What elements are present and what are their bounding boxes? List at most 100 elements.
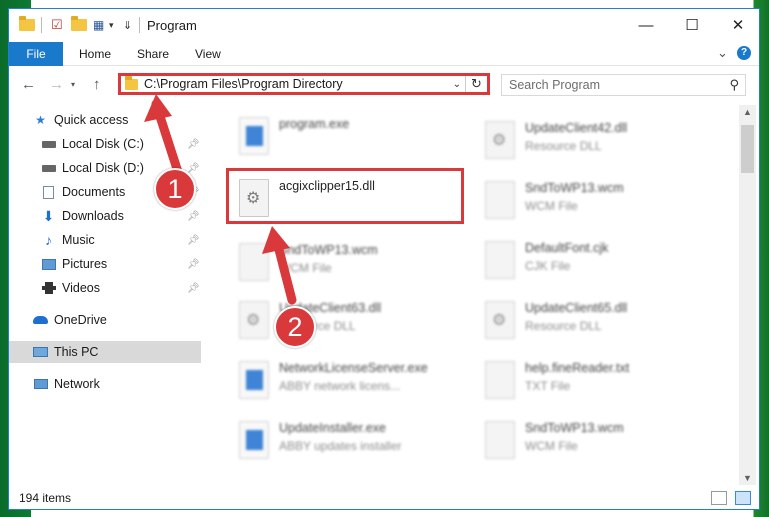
properties-icon[interactable]: ☑ <box>51 17 63 33</box>
search-input[interactable]: Search Program ⚲ <box>501 74 746 96</box>
pictures-icon <box>41 257 56 271</box>
file-name: NetworkLicenseServer.exe <box>279 361 428 375</box>
pin-icon[interactable]: 📌︎ <box>187 235 200 246</box>
sidebar-item-network[interactable]: Network <box>9 373 201 395</box>
pin-icon[interactable]: 📌︎ <box>187 259 200 270</box>
large-icons-view-icon[interactable] <box>735 491 751 505</box>
address-bar[interactable]: C:\Program Files\Program Directory ⌄ ↻ <box>118 73 490 95</box>
search-placeholder: Search Program <box>509 78 601 92</box>
file-name: SndToWP13.wcm <box>525 181 624 195</box>
music-icon: ♪ <box>45 232 52 248</box>
quick-access-dropdown-icon[interactable]: ▾ <box>109 17 114 33</box>
sidebar-item-label: Documents <box>62 185 126 199</box>
customize-icon[interactable]: ▦ <box>93 17 104 33</box>
file-icon <box>485 181 515 219</box>
tab-share[interactable]: Share <box>137 47 169 61</box>
sidebar-item-onedrive[interactable]: OneDrive <box>9 309 201 331</box>
pin-icon[interactable]: 📌︎ <box>187 139 200 150</box>
sidebar-item-label: Downloads <box>62 209 124 223</box>
title-bar: ☑ ▦ ▾ ⇓ Program — ☐ ✕ <box>9 9 759 41</box>
address-path[interactable]: C:\Program Files\Program Directory <box>144 77 449 91</box>
sidebar-item-label: Music <box>62 233 95 247</box>
file-item-program-exe[interactable]: program.exe <box>233 115 463 165</box>
file-item-defaultfont-cjk[interactable]: DefaultFont.cjk CJK File <box>479 239 709 289</box>
sidebar-item-quick-access[interactable]: ★ Quick access <box>9 109 201 131</box>
network-icon <box>33 377 48 391</box>
sidebar-item-label: Pictures <box>62 257 108 271</box>
file-name: SndToWP13.wcm <box>525 421 624 435</box>
maximize-button[interactable]: ☐ <box>669 9 715 41</box>
folder-icon <box>19 16 35 33</box>
scroll-up-icon[interactable]: ▲ <box>743 107 752 117</box>
file-icon <box>485 421 515 459</box>
scrollbar-thumb[interactable] <box>741 125 754 173</box>
file-item-updateclient65-dll[interactable]: UpdateClient65.dll Resource DLL <box>479 299 709 349</box>
computer-icon <box>33 345 48 359</box>
file-name: DefaultFont.cjk <box>525 241 609 255</box>
file-item-sndtowp13-wcm[interactable]: SndToWP13.wcm WCM File <box>233 241 463 291</box>
divider <box>139 17 140 33</box>
file-item-help-finereader-txt[interactable]: help.fineReader.txt TXT File <box>479 359 709 409</box>
vertical-scrollbar[interactable]: ▲ ▼ <box>739 105 756 485</box>
forward-arrow-icon[interactable]: → <box>49 76 64 93</box>
file-type: WCM File <box>525 439 578 453</box>
download-icon: ⬇ <box>42 207 55 224</box>
file-item-sndtowp13-wcm[interactable]: SndToWP13.wcm WCM File <box>479 419 709 469</box>
file-item-networklicenseserver-exe[interactable]: NetworkLicenseServer.exe ABBY network li… <box>233 359 463 409</box>
quick-access-toolbar-icon[interactable]: ⇓ <box>123 17 132 33</box>
file-type: ABBY updates installer <box>279 439 402 453</box>
file-type: WCM File <box>279 261 332 275</box>
pin-icon[interactable]: 📌︎ <box>187 283 200 294</box>
address-row: ← → ▾ ↑ C:\Program Files\Program Directo… <box>9 71 759 99</box>
documents-icon <box>41 185 56 199</box>
file-item-updateclient42-dll[interactable]: UpdateClient42.dll Resource DLL <box>479 119 709 169</box>
dll-file-icon <box>485 301 515 339</box>
back-arrow-icon[interactable]: ← <box>21 76 36 93</box>
file-type: Resource DLL <box>525 319 602 333</box>
sidebar-item-this-pc[interactable]: This PC <box>9 341 201 363</box>
sidebar-item-music[interactable]: ♪ Music 📌︎ <box>9 229 201 251</box>
file-name: SndToWP13.wcm <box>279 243 378 257</box>
expand-ribbon-icon[interactable]: ⌄ <box>717 45 728 61</box>
file-item-updateclient63-dll[interactable]: UpdateClient63.dll Resource DLL <box>233 299 463 349</box>
sidebar-item-label: This PC <box>54 345 99 359</box>
sidebar-item-videos[interactable]: Videos 📌︎ <box>9 277 201 299</box>
help-icon[interactable]: ? <box>737 46 751 60</box>
file-item-sndtowp13-wcm[interactable]: SndToWP13.wcm WCM File <box>479 179 709 229</box>
scroll-down-icon[interactable]: ▼ <box>743 473 752 483</box>
sidebar-item-local-disk-c[interactable]: Local Disk (C:) 📌︎ <box>9 133 201 155</box>
divider <box>41 17 42 33</box>
close-button[interactable]: ✕ <box>715 9 761 41</box>
new-folder-icon[interactable] <box>71 16 87 33</box>
pin-icon[interactable]: 📌︎ <box>187 211 200 222</box>
item-count: 194 items <box>19 491 72 505</box>
tab-file[interactable]: File <box>9 42 63 66</box>
file-item-updateinstaller-exe[interactable]: UpdateInstaller.exe ABBY updates install… <box>233 419 463 469</box>
up-arrow-icon[interactable]: ↑ <box>93 76 101 93</box>
status-bar: 194 items <box>9 487 759 509</box>
cloud-icon <box>33 313 48 327</box>
refresh-icon[interactable]: ↻ <box>465 76 487 92</box>
tab-view[interactable]: View <box>195 47 221 61</box>
address-dropdown-icon[interactable]: ⌄ <box>449 79 465 90</box>
file-icon <box>239 243 269 281</box>
minimize-button[interactable]: — <box>623 9 669 41</box>
sidebar-item-label: Local Disk (C:) <box>62 137 144 151</box>
highlight-box <box>226 168 464 224</box>
dll-file-icon <box>239 301 269 339</box>
file-name: UpdateInstaller.exe <box>279 421 387 435</box>
videos-icon <box>41 281 56 295</box>
sidebar-item-pictures[interactable]: Pictures 📌︎ <box>9 253 201 275</box>
details-view-icon[interactable] <box>711 491 727 505</box>
file-name: UpdateClient65.dll <box>525 301 628 315</box>
sidebar-item-label: Network <box>54 377 100 391</box>
star-icon: ★ <box>35 113 46 127</box>
file-icon <box>485 361 515 399</box>
file-type: Resource DLL <box>525 139 602 153</box>
sidebar-item-label: Quick access <box>54 113 129 127</box>
sidebar-item-label: Local Disk (D:) <box>62 161 144 175</box>
sidebar-item-label: OneDrive <box>54 313 107 327</box>
recent-dropdown-icon[interactable]: ▾ <box>71 80 75 89</box>
pin-icon[interactable]: 📌︎ <box>187 163 200 174</box>
tab-home[interactable]: Home <box>79 47 111 61</box>
